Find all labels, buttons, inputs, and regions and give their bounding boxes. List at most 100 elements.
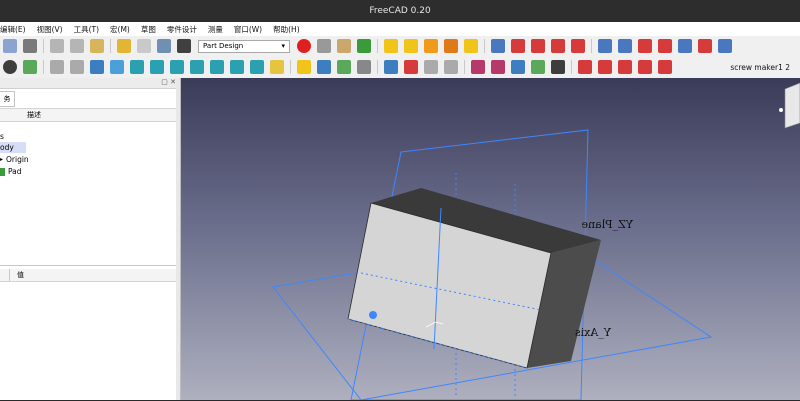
draw-style-icon[interactable]	[3, 60, 17, 74]
paste-icon[interactable]	[90, 39, 104, 53]
mirror-icon[interactable]	[678, 39, 692, 53]
menu-measure[interactable]: 测量	[208, 24, 223, 35]
link-icon[interactable]	[337, 60, 351, 74]
additive-cone-icon[interactable]	[444, 39, 458, 53]
menu-edit[interactable]: 编辑(E)	[0, 24, 26, 35]
expand-arrow-icon[interactable]: ▸	[0, 156, 3, 163]
top-view-icon[interactable]	[170, 60, 184, 74]
tab-tasks[interactable]: 务	[0, 91, 15, 107]
toolbar-main: Part Design ▾	[0, 36, 800, 57]
edit-macro-icon[interactable]	[337, 39, 351, 53]
revolution-icon[interactable]	[598, 60, 612, 74]
datum-plane-icon[interactable]	[491, 60, 505, 74]
separator	[377, 60, 378, 74]
new-sketch-icon[interactable]	[404, 60, 418, 74]
measure-icon[interactable]	[270, 60, 284, 74]
combo-view-panel: ▢ ✕ 务 描述 s ody ▸ Origin Pad 值	[0, 78, 181, 400]
thickness-icon[interactable]	[658, 39, 672, 53]
subtractive-cylinder-icon[interactable]	[511, 39, 525, 53]
cut-icon[interactable]	[50, 39, 64, 53]
subtractive-wedge-icon[interactable]	[571, 39, 585, 53]
rear-view-icon[interactable]	[210, 60, 224, 74]
workbench-selector[interactable]: Part Design ▾	[198, 39, 290, 53]
stop-macro-icon[interactable]	[317, 39, 331, 53]
tree-item-document[interactable]: s	[0, 131, 4, 142]
right-view-icon[interactable]	[190, 60, 204, 74]
menu-window[interactable]: 窗口(W)	[234, 24, 262, 35]
additive-box-icon[interactable]	[384, 39, 398, 53]
additive-cylinder-icon[interactable]	[404, 39, 418, 53]
menu-view[interactable]: 视图(V)	[37, 24, 63, 35]
tree-item-origin[interactable]: ▸ Origin	[0, 154, 29, 165]
property-header: 值	[0, 269, 180, 282]
isometric-view-icon[interactable]	[130, 60, 144, 74]
fit-all-icon[interactable]	[23, 60, 37, 74]
record-macro-icon[interactable]	[297, 39, 311, 53]
menu-help[interactable]: 帮助(H)	[273, 24, 300, 35]
groove-icon[interactable]	[658, 60, 672, 74]
chamfer-icon[interactable]	[618, 39, 632, 53]
save-icon[interactable]	[3, 39, 17, 53]
menu-part-design[interactable]: 零件设计	[167, 24, 197, 35]
3d-viewport[interactable]: YZ_Plane Y_Axis	[181, 78, 800, 400]
origin-point-marker[interactable]	[369, 311, 377, 319]
draft-icon[interactable]	[638, 39, 652, 53]
redo-icon[interactable]	[137, 39, 151, 53]
panel-scrollbar[interactable]	[176, 78, 180, 400]
menu-sketch[interactable]: 草图	[141, 24, 156, 35]
nav-cube-rotate-icon[interactable]	[779, 108, 783, 112]
pad-icon[interactable]	[578, 60, 592, 74]
hole-icon[interactable]	[638, 60, 652, 74]
undo-icon[interactable]	[117, 39, 131, 53]
workbench-label: Part Design	[203, 42, 244, 50]
nav-cube-face[interactable]	[784, 82, 800, 129]
tree-item-body[interactable]: ody	[0, 142, 26, 153]
additive-wedge-icon[interactable]	[464, 39, 478, 53]
tree-item-label: ody	[0, 143, 14, 152]
scene-canvas[interactable]: YZ_Plane Y_Axis	[181, 78, 800, 400]
menu-tools[interactable]: 工具(T)	[74, 24, 99, 35]
tree-item-pad[interactable]: Pad	[0, 166, 22, 177]
back-arrow-icon[interactable]	[50, 60, 64, 74]
whats-this-icon[interactable]	[177, 39, 191, 53]
linear-pattern-icon[interactable]	[698, 39, 712, 53]
validate-sketch-icon[interactable]	[424, 60, 438, 74]
separator	[290, 60, 291, 74]
separator	[484, 39, 485, 53]
create-body-icon[interactable]	[384, 60, 398, 74]
forward-arrow-icon[interactable]	[70, 60, 84, 74]
menu-macro[interactable]: 宏(M)	[110, 24, 130, 35]
front-view-icon[interactable]	[150, 60, 164, 74]
chevron-down-icon: ▾	[281, 42, 285, 50]
subtractive-box-icon[interactable]	[491, 39, 505, 53]
copy-icon[interactable]	[70, 39, 84, 53]
zoom-icon[interactable]	[110, 60, 124, 74]
datum-line-icon[interactable]	[471, 60, 485, 74]
datum-point-icon[interactable]	[511, 60, 525, 74]
window-title: FreeCAD 0.20	[369, 6, 431, 16]
divider	[9, 269, 10, 281]
navigation-cube[interactable]	[779, 82, 800, 129]
link-actions-icon[interactable]	[357, 60, 371, 74]
subtractive-sphere-icon[interactable]	[531, 39, 545, 53]
left-view-icon[interactable]	[250, 60, 264, 74]
close-icon[interactable]: ▢ ✕	[161, 78, 176, 86]
print-icon[interactable]	[23, 39, 37, 53]
subtractive-cone-icon[interactable]	[551, 39, 565, 53]
pocket-icon[interactable]	[618, 60, 632, 74]
bottom-view-icon[interactable]	[230, 60, 244, 74]
additive-sphere-icon[interactable]	[424, 39, 438, 53]
group-icon[interactable]	[317, 60, 331, 74]
macro-label[interactable]: screw maker1 2	[730, 63, 790, 72]
separator	[464, 60, 465, 74]
refresh-icon[interactable]	[157, 39, 171, 53]
part-icon[interactable]	[297, 60, 311, 74]
run-macro-icon[interactable]	[357, 39, 371, 53]
box-selection-icon[interactable]	[90, 60, 104, 74]
fillet-icon[interactable]	[598, 39, 612, 53]
yz-plane-label: YZ_Plane	[582, 218, 634, 231]
local-coordinate-system-icon[interactable]	[551, 60, 565, 74]
polar-pattern-icon[interactable]	[718, 39, 732, 53]
shape-binder-icon[interactable]	[531, 60, 545, 74]
clone-icon[interactable]	[444, 60, 458, 74]
